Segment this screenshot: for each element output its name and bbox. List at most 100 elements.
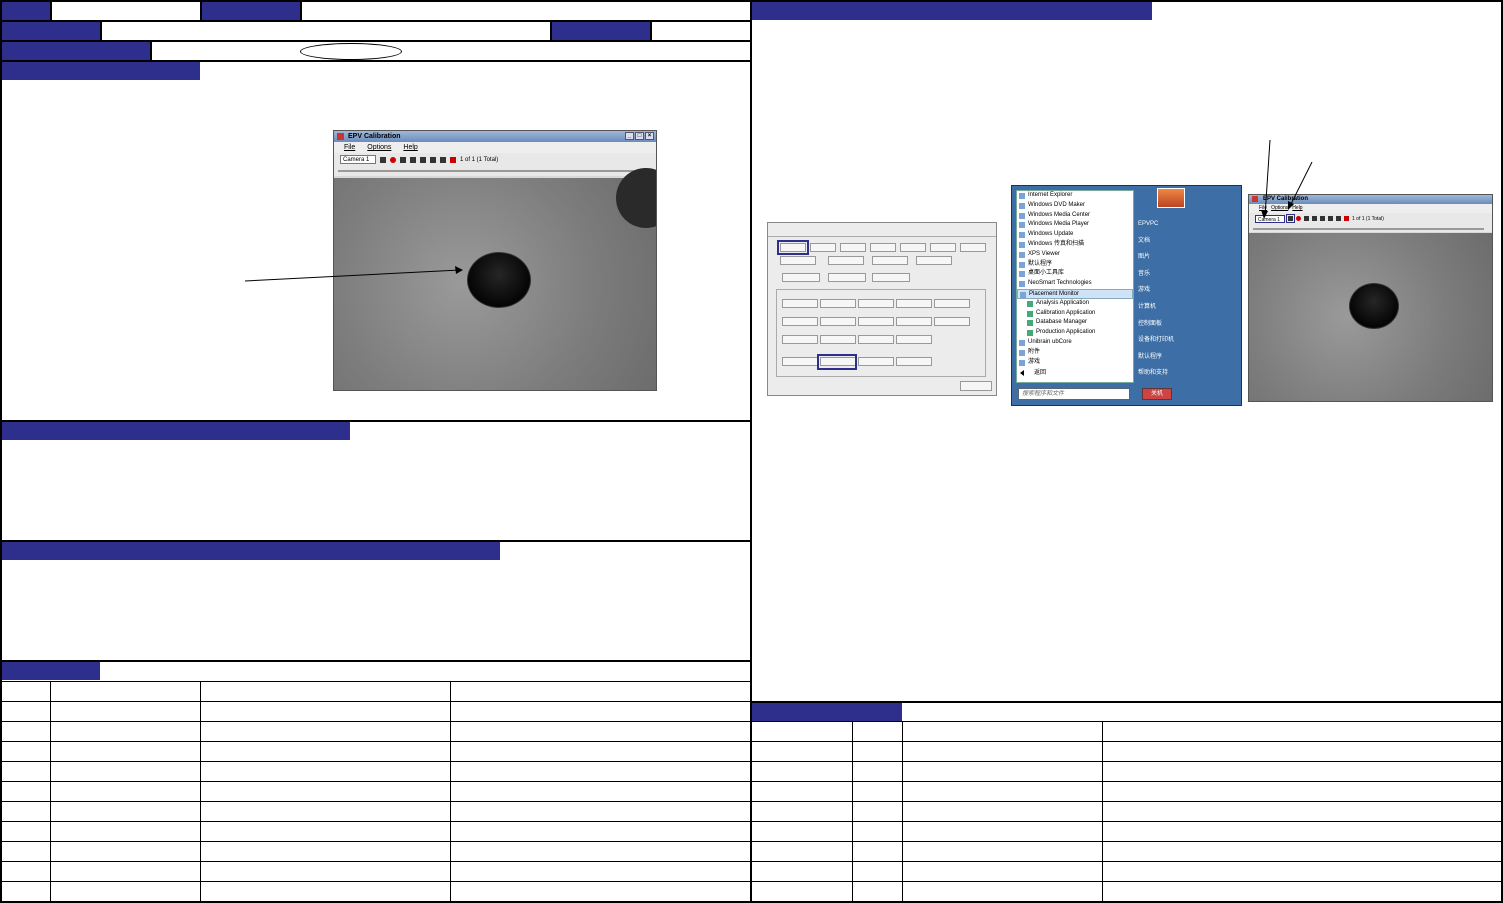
program-item[interactable]: 游戏 (1017, 358, 1133, 368)
dialog-button[interactable] (782, 299, 818, 308)
dialog-button[interactable] (858, 299, 894, 308)
dialog-button[interactable] (780, 256, 816, 265)
dialog-button[interactable] (896, 299, 932, 308)
program-item[interactable]: Placement Monitor (1017, 288, 1133, 299)
table-rule (0, 701, 752, 702)
table-col-rule (200, 681, 201, 903)
dialog-button[interactable] (782, 357, 818, 366)
program-item[interactable]: Calibration Application (1017, 309, 1133, 319)
start-menu-link[interactable]: 控制面板 (1138, 316, 1238, 333)
dialog-button[interactable] (900, 243, 926, 252)
table-rule (750, 881, 1503, 882)
dialog-button[interactable] (896, 335, 932, 344)
program-item[interactable]: Windows 传真和扫描 (1017, 240, 1133, 250)
dialog-button[interactable] (810, 243, 836, 252)
dialog-button[interactable] (870, 243, 896, 252)
callout-arrow (244, 266, 463, 282)
table-rule (0, 761, 752, 762)
start-menu-link[interactable]: 游戏 (1138, 282, 1238, 299)
toolbar-callouts (1261, 139, 1313, 219)
right-panel-frame (750, 0, 1503, 903)
table-rule (0, 841, 752, 842)
program-item[interactable]: Unibrain ubCore (1017, 338, 1133, 348)
last-frame-icon[interactable] (1336, 216, 1341, 221)
program-item[interactable]: 桌面小工具库 (1017, 269, 1133, 279)
table-col-rule (902, 721, 903, 903)
program-item[interactable]: 默认程序 (1017, 260, 1133, 270)
table-col-rule (1102, 721, 1103, 903)
highlight-box (817, 354, 857, 370)
start-menu-link[interactable]: 默认程序 (1138, 349, 1238, 366)
table-rule (750, 781, 1503, 782)
dialog-button[interactable] (820, 317, 856, 326)
dialog-button[interactable] (858, 357, 894, 366)
shutdown-button[interactable]: 关机 (1142, 388, 1172, 400)
search-input[interactable]: 搜索程序和文件 (1018, 388, 1130, 400)
start-menu-link[interactable]: 文档 (1138, 233, 1238, 250)
dialog-button[interactable] (934, 299, 970, 308)
program-item[interactable]: 附件 (1017, 348, 1133, 358)
back-arrow-icon[interactable] (1020, 370, 1024, 376)
table-rule (0, 781, 752, 782)
start-menu-link[interactable]: 帮助和支持 (1138, 365, 1238, 382)
section-rule (0, 660, 752, 662)
dialog-button[interactable] (828, 256, 864, 265)
program-item[interactable]: Windows Update (1017, 230, 1133, 240)
start-menu-link[interactable]: 图片 (1138, 249, 1238, 266)
start-menu-programs: Internet Explorer Windows DVD Maker Window… (1016, 190, 1134, 383)
program-item[interactable]: Internet Explorer (1017, 191, 1133, 201)
table-rule (750, 761, 1503, 762)
dialog-button[interactable] (872, 256, 908, 265)
table-col-rule (450, 681, 451, 903)
user-avatar (1157, 188, 1185, 208)
dialog-button[interactable] (782, 335, 818, 344)
table-rule (750, 801, 1503, 802)
dialog-button[interactable] (828, 273, 866, 282)
settings-dialog (767, 222, 997, 396)
dialog-button[interactable] (820, 299, 856, 308)
dialog-tabs (768, 227, 996, 237)
program-item[interactable]: Windows Media Player (1017, 220, 1133, 230)
program-item[interactable]: NeoSmart Technologies (1017, 279, 1133, 289)
back-label[interactable]: 返回 (1034, 367, 1046, 376)
dialog-button[interactable] (782, 317, 818, 326)
program-item[interactable]: Windows DVD Maker (1017, 201, 1133, 211)
table-rule (0, 741, 752, 742)
table-col-rule (50, 681, 51, 903)
program-item[interactable]: Database Manager (1017, 318, 1133, 328)
dialog-button[interactable] (896, 317, 932, 326)
dialog-button[interactable] (872, 273, 910, 282)
start-menu-link[interactable]: 设备和打印机 (1138, 332, 1238, 349)
dialog-button[interactable] (960, 381, 992, 391)
dialog-button[interactable] (896, 357, 932, 366)
start-menu-link[interactable]: 音乐 (1138, 266, 1238, 283)
program-item[interactable]: Production Application (1017, 328, 1133, 338)
dialog-button[interactable] (934, 317, 970, 326)
dialog-button[interactable] (960, 243, 986, 252)
table-rule (0, 681, 752, 682)
start-menu-link[interactable]: EPVPC (1138, 216, 1238, 233)
dialog-button[interactable] (840, 243, 866, 252)
left-table-header (2, 662, 100, 680)
dialog-button[interactable] (930, 243, 956, 252)
dialog-button[interactable] (858, 317, 894, 326)
table-rule (0, 801, 752, 802)
table-rule (0, 881, 752, 882)
dialog-button[interactable] (858, 335, 894, 344)
table-rule (750, 741, 1503, 742)
dialog-button[interactable] (782, 273, 820, 282)
frame-slider[interactable] (1249, 224, 1492, 232)
section-3-header (2, 542, 500, 560)
table-rule (0, 721, 752, 722)
frame-counter: 1 of 1 (1 Total) (1352, 215, 1384, 222)
right-table-header (752, 703, 902, 721)
dialog-button[interactable] (916, 256, 952, 265)
dialog-button[interactable] (820, 335, 856, 344)
highlight-box (777, 240, 809, 255)
program-item[interactable]: Analysis Application (1017, 299, 1133, 309)
program-item[interactable]: Windows Media Center (1017, 211, 1133, 221)
right-section-header (752, 2, 1152, 20)
program-item[interactable]: XPS Viewer (1017, 250, 1133, 260)
start-menu-link[interactable]: 计算机 (1138, 299, 1238, 316)
delete-icon[interactable] (1344, 216, 1349, 221)
